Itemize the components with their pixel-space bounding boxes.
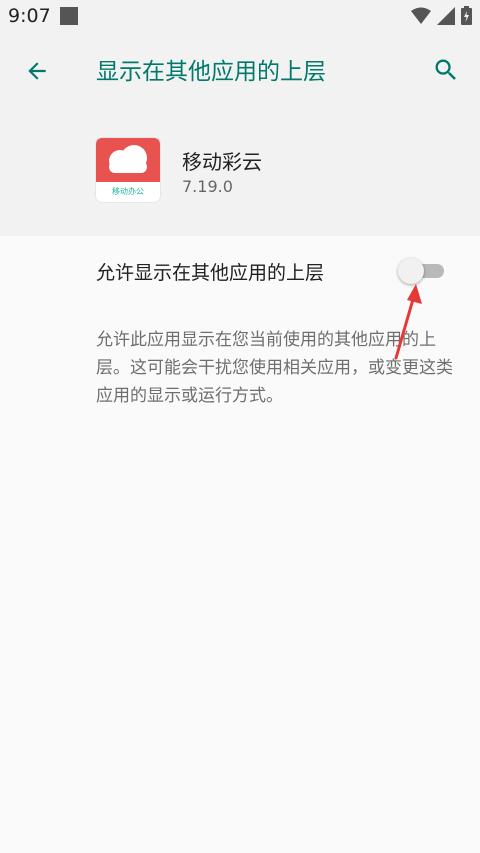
status-time: 9:07 <box>8 5 51 27</box>
app-icon: 移动办公 <box>96 138 160 202</box>
cloud-icon <box>109 145 147 173</box>
wifi-icon <box>411 7 431 24</box>
app-name: 移动彩云 <box>182 150 262 174</box>
allow-overlay-setting-row[interactable]: 允许显示在其他应用的上层 <box>0 236 480 304</box>
page-title: 显示在其他应用的上层 <box>96 59 326 85</box>
switch-thumb <box>398 258 424 284</box>
back-button[interactable] <box>20 54 54 88</box>
app-version: 7.19.0 <box>182 177 233 196</box>
app-icon-caption-text: 移动办公 <box>112 187 144 196</box>
search-icon <box>435 59 456 80</box>
allow-overlay-switch[interactable] <box>398 258 446 284</box>
battery-icon <box>461 6 472 25</box>
arrow-left-icon <box>28 62 46 80</box>
signal-icon <box>437 6 455 25</box>
search-button[interactable] <box>428 52 464 88</box>
setting-description: 允许此应用显示在您当前使用的其他应用的上层。这可能会干扰您使用相关应用，或变更这… <box>96 330 453 406</box>
allow-overlay-label: 允许显示在其他应用的上层 <box>96 262 325 284</box>
app-icon-caption: 移动办公 <box>96 184 160 200</box>
status-bar: 9:07 <box>0 0 480 32</box>
notification-square-icon <box>60 7 78 25</box>
status-icons <box>411 6 472 25</box>
